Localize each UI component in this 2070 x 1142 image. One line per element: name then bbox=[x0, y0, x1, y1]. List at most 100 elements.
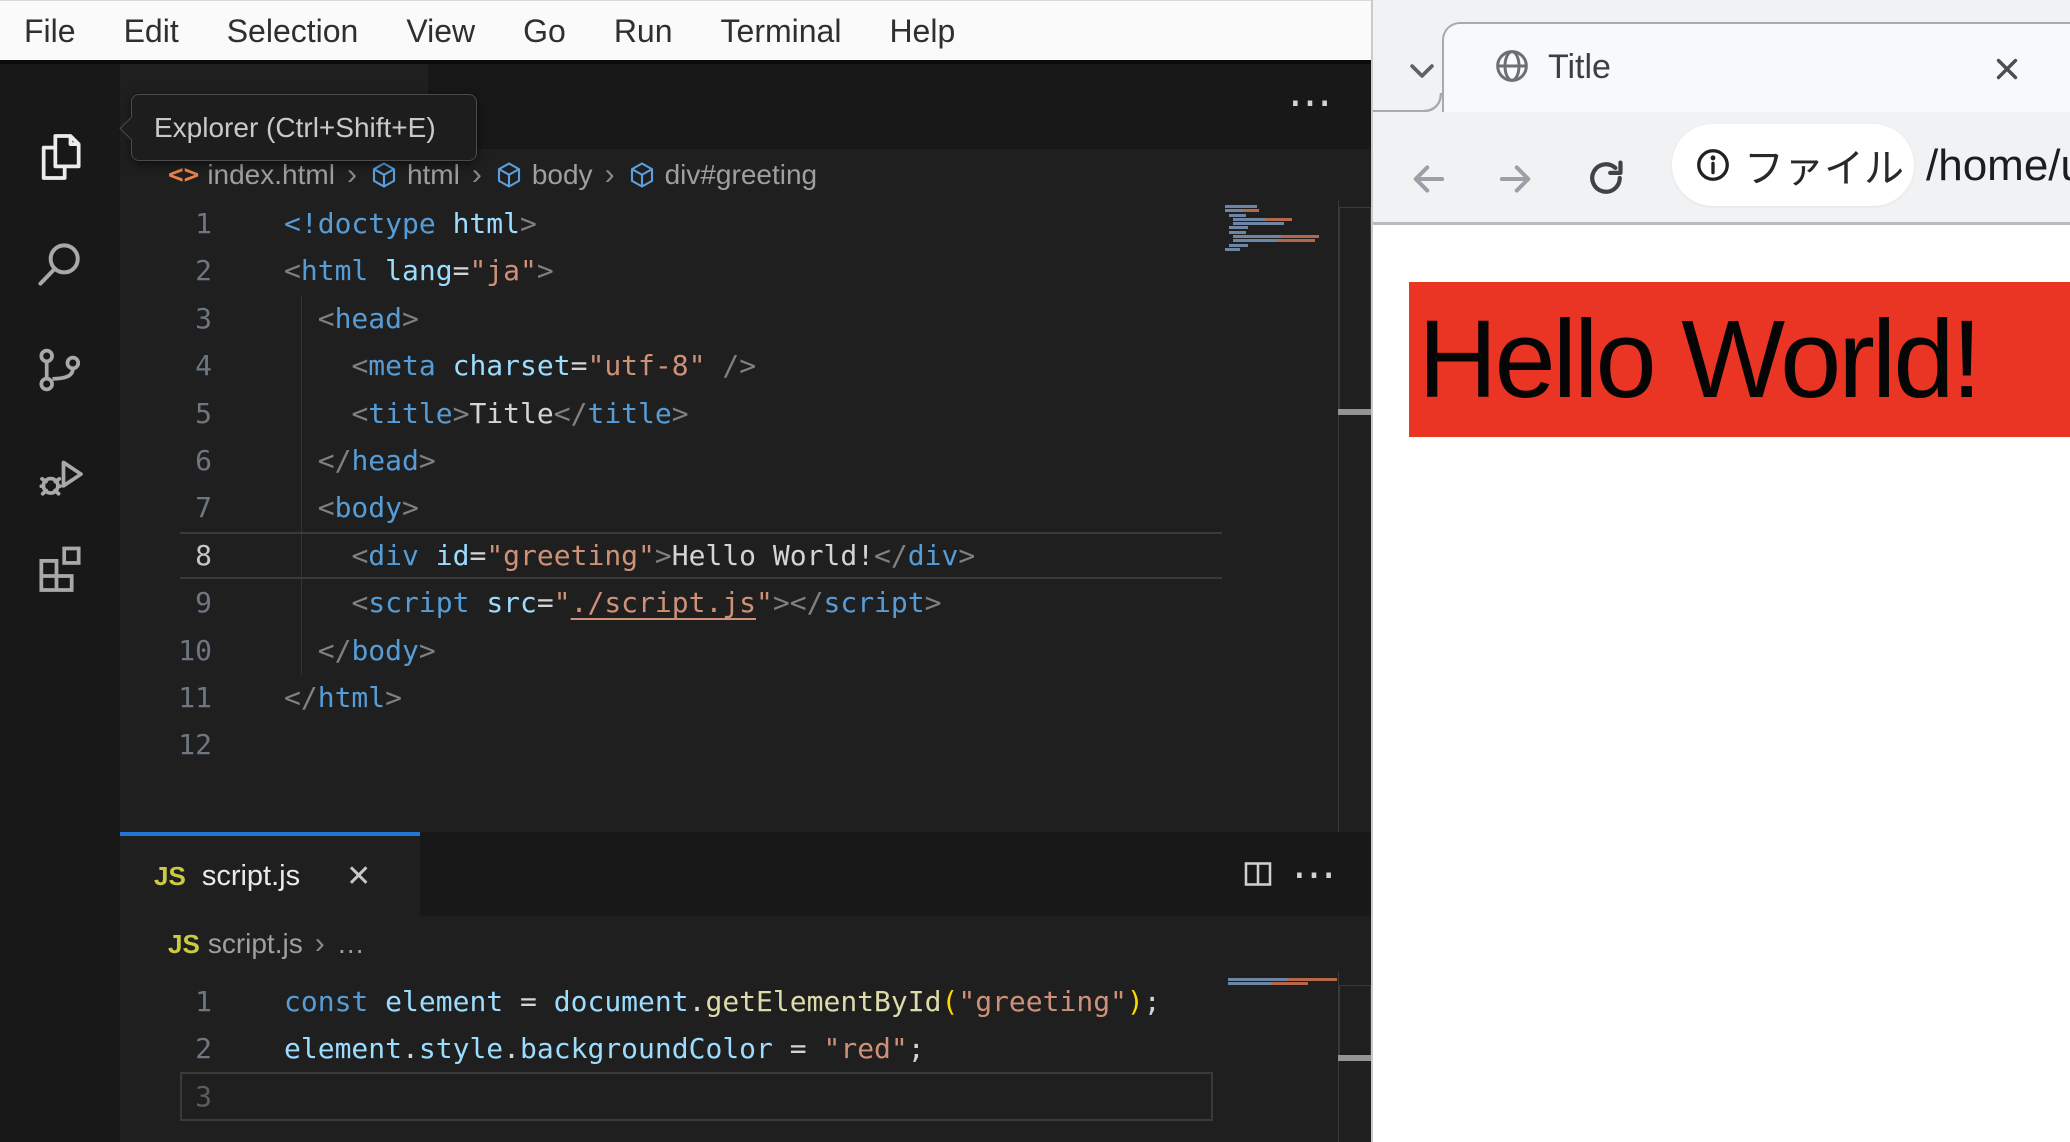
code-line[interactable]: 9 <script src="./script.js"></script> bbox=[120, 579, 1222, 626]
url-chip-label: ファイル bbox=[1744, 147, 1904, 191]
hello-world-heading: Hello World! bbox=[1409, 282, 2070, 437]
code-text: <head> bbox=[317, 301, 419, 335]
run-and-debug-icon[interactable] bbox=[32, 448, 88, 504]
code-line[interactable]: 7 <body> bbox=[120, 484, 1222, 531]
forward-icon[interactable] bbox=[1494, 158, 1536, 200]
menu-item-terminal[interactable]: Terminal bbox=[697, 1, 866, 61]
line-number: 3 bbox=[195, 1079, 212, 1113]
scrollbar-marker[interactable] bbox=[1338, 1055, 1371, 1061]
breadcrumb-ellipsis[interactable]: … bbox=[337, 928, 365, 960]
minimap-mark bbox=[1278, 239, 1316, 243]
split-editor-icon[interactable] bbox=[1240, 856, 1276, 892]
minimap-mark bbox=[1229, 226, 1249, 230]
code-editor-js[interactable]: 1 const element = document.getElementById… bbox=[120, 978, 1222, 1122]
code-line[interactable]: 12 bbox=[120, 721, 1222, 768]
minimap-mark bbox=[1288, 978, 1338, 981]
code-text: <script src="./script.js"></script> bbox=[351, 586, 942, 620]
close-tab-icon[interactable]: ✕ bbox=[346, 859, 371, 894]
line-number: 10 bbox=[178, 633, 212, 667]
explorer-icon[interactable] bbox=[32, 129, 88, 185]
breadcrumb-item-html[interactable]: html bbox=[369, 159, 460, 191]
close-tab-icon[interactable] bbox=[1990, 52, 2024, 86]
minimap-mark bbox=[1225, 247, 1240, 251]
menu-item-file[interactable]: File bbox=[0, 1, 100, 61]
line-number: 7 bbox=[195, 491, 212, 525]
menu-item-go[interactable]: Go bbox=[499, 1, 590, 61]
code-text: <html lang="ja"> bbox=[284, 254, 554, 288]
search-icon[interactable] bbox=[32, 236, 88, 292]
breadcrumb: JS script.js ›… bbox=[120, 916, 1371, 972]
code-line[interactable]: 3 bbox=[120, 1073, 1222, 1120]
scrollbar-marker[interactable] bbox=[1338, 409, 1371, 415]
symbol-element-icon bbox=[369, 160, 399, 190]
scrollbar-slider[interactable] bbox=[1339, 207, 1371, 412]
code-line[interactable]: 5 <title>Title</title> bbox=[120, 390, 1222, 437]
code-line[interactable]: 4 <meta charset="utf-8" /> bbox=[120, 342, 1222, 389]
code-line[interactable]: 11 </html> bbox=[120, 674, 1222, 721]
minimap-mark bbox=[1280, 235, 1320, 239]
source-control-icon[interactable] bbox=[32, 342, 88, 398]
breadcrumb-separator: › bbox=[604, 157, 615, 191]
url-site-chip[interactable]: ファイル bbox=[1672, 124, 1914, 206]
code-text: </body> bbox=[317, 633, 436, 667]
line-number: 11 bbox=[178, 681, 212, 714]
code-text: </head> bbox=[317, 444, 436, 477]
more-actions-icon[interactable]: ⋯ bbox=[1286, 81, 1336, 125]
tab-script-js[interactable]: JS script.js ✕ bbox=[120, 832, 420, 916]
tab-label: script.js bbox=[201, 859, 301, 892]
code-line[interactable]: 1 <!doctype html> bbox=[120, 200, 1222, 247]
code-line[interactable]: 3 <head> bbox=[120, 295, 1222, 342]
code-line[interactable]: 10 </body> bbox=[120, 627, 1222, 674]
breadcrumb-label: script.js bbox=[207, 928, 303, 959]
js-file-icon: JS bbox=[154, 860, 186, 891]
line-number: 8 bbox=[195, 538, 212, 572]
minimap-mark bbox=[1271, 982, 1308, 986]
code-text: element.style.backgroundColor = "red"; bbox=[284, 1032, 925, 1066]
code-text: <!doctype html> bbox=[284, 207, 537, 240]
more-actions-icon[interactable]: ⋯ bbox=[1290, 853, 1340, 897]
minimap-mark bbox=[1229, 213, 1246, 217]
line-number: 2 bbox=[195, 254, 212, 288]
chevron-down-icon[interactable] bbox=[1404, 54, 1440, 88]
back-icon[interactable] bbox=[1408, 158, 1450, 200]
menu-item-selection[interactable]: Selection bbox=[203, 1, 383, 61]
breadcrumb-item-file[interactable]: JS script.js bbox=[168, 928, 303, 960]
minimap-mark bbox=[1233, 222, 1284, 226]
reload-icon[interactable] bbox=[1584, 156, 1628, 200]
browser-tab[interactable] bbox=[1442, 22, 2070, 112]
breadcrumb-label: body bbox=[531, 158, 593, 190]
code-line[interactable]: 2 element.style.backgroundColor = "red"; bbox=[120, 1025, 1222, 1072]
symbol-element-icon bbox=[627, 160, 657, 190]
screen: File Edit Selection View Go Run Terminal Help ⋯… bbox=[0, 0, 2070, 1142]
breadcrumb-label: html bbox=[406, 158, 460, 190]
menu-item-help[interactable]: Help bbox=[865, 1, 979, 61]
address-bar-url[interactable]: /home/u bbox=[1926, 136, 2070, 196]
breadcrumb-item-file[interactable]: <> index.html bbox=[168, 159, 335, 191]
menu-item-view[interactable]: View bbox=[382, 1, 499, 61]
line-number: 3 bbox=[195, 301, 212, 335]
menu-item-edit[interactable]: Edit bbox=[100, 1, 203, 61]
line-number: 1 bbox=[195, 207, 212, 240]
minimap-mark bbox=[1243, 209, 1259, 213]
breadcrumb-item-body[interactable]: body bbox=[494, 159, 593, 191]
info-icon bbox=[1694, 146, 1732, 184]
breadcrumb-label: div#greeting bbox=[664, 158, 818, 190]
code-line[interactable]: 2 <html lang="ja"> bbox=[120, 247, 1222, 294]
code-line[interactable]: 8 <div id="greeting">Hello World!</div> bbox=[120, 532, 1222, 579]
breadcrumb-separator: › bbox=[471, 157, 482, 191]
code-text: const element = document.getElementById(… bbox=[284, 985, 1161, 1018]
extensions-icon[interactable] bbox=[32, 541, 88, 597]
code-line[interactable]: 1 const element = document.getElementById… bbox=[120, 978, 1222, 1025]
browser-tab-title: Title bbox=[1548, 48, 1611, 86]
menu-item-run[interactable]: Run bbox=[590, 1, 697, 61]
symbol-element-icon bbox=[494, 160, 524, 190]
code-line[interactable]: 6 </head> bbox=[120, 437, 1222, 484]
scrollbar-slider[interactable] bbox=[1339, 985, 1371, 1058]
breadcrumb-item-div-greeting[interactable]: div#greeting bbox=[627, 158, 818, 191]
minimap-mark bbox=[1228, 978, 1289, 981]
minimap-mark bbox=[1228, 982, 1272, 986]
code-editor-html[interactable]: 1 <!doctype html> 2 <html lang="ja"> 3 <head… bbox=[120, 200, 1222, 770]
minimap-mark bbox=[1233, 235, 1281, 239]
line-number: 2 bbox=[195, 1032, 212, 1066]
minimap-mark bbox=[1229, 230, 1246, 234]
